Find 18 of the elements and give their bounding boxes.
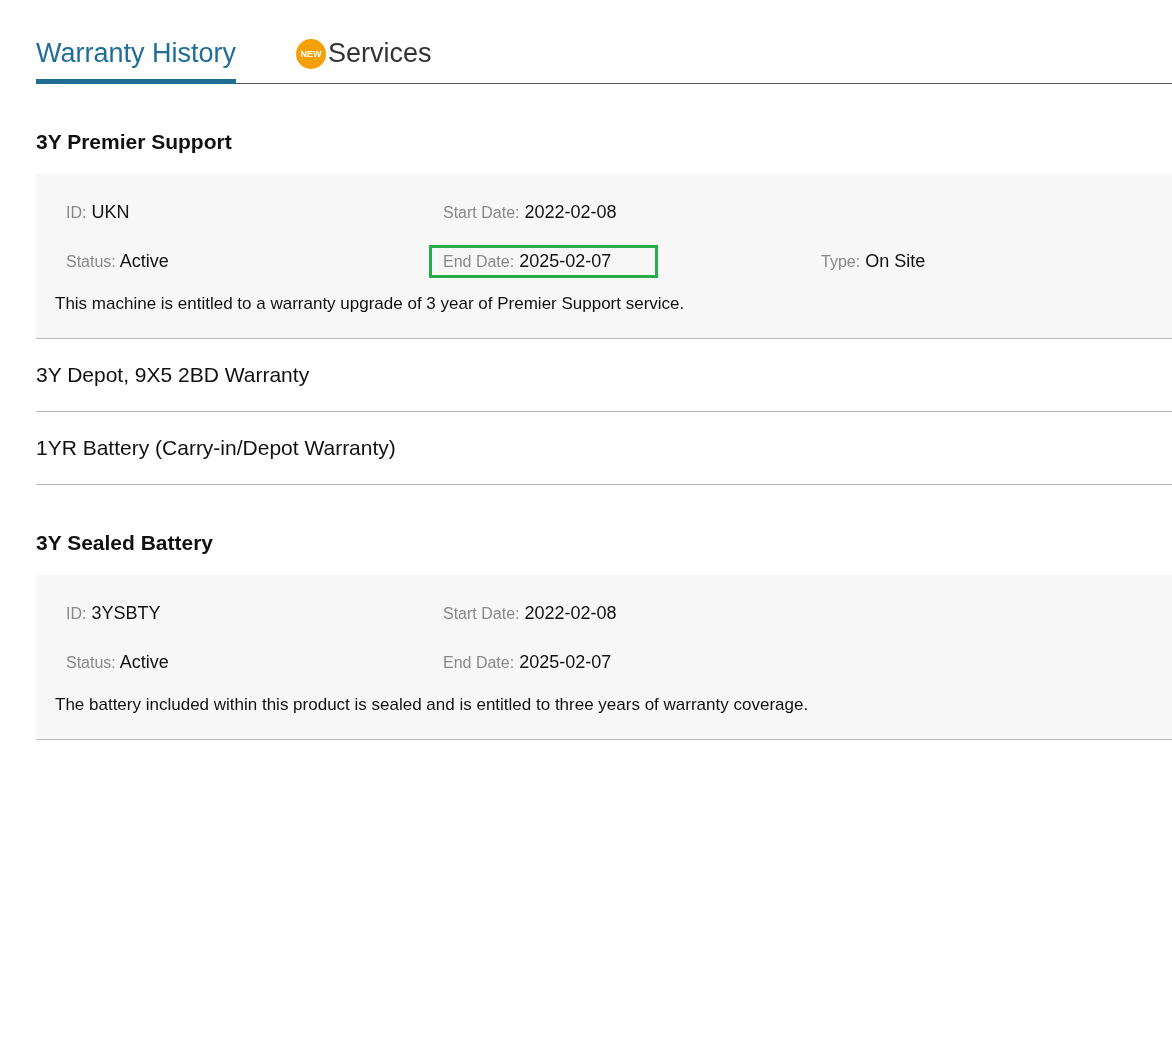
warranty-title[interactable]: 3Y Depot, 9X5 2BD Warranty (36, 339, 1172, 411)
warranty-title[interactable]: 3Y Sealed Battery (36, 485, 1172, 575)
detail-field: ID: 3YSBTY (52, 597, 164, 630)
detail-field: Type: On Site (807, 245, 929, 278)
tab[interactable]: Warranty History (36, 38, 237, 84)
warranty-description: This machine is entitled to a warranty upgrade of 3 year of Premier Support service. (55, 294, 686, 314)
detail-field: Start Date: 2022-02-08 (429, 597, 620, 630)
warranty-description: The battery included within this product is sealed and is entitled to three years of warranty coverage. (55, 695, 810, 715)
detail-field: Status: Active (52, 646, 172, 679)
warranty-title[interactable]: 3Y Premier Support (36, 84, 1172, 174)
detail-field: ID: UKN (52, 196, 133, 229)
detail-field: Start Date: 2022-02-08 (429, 196, 620, 229)
detail-field: Status: Active (52, 245, 172, 278)
warranty-title[interactable]: 1YR Battery (Carry-in/Depot Warranty) (36, 412, 1172, 484)
detail-field: End Date: 2025-02-07 (429, 646, 615, 679)
detail-field: End Date: 2025-02-07 (429, 245, 659, 278)
new-badge: NEW (296, 38, 327, 69)
tab[interactable]: NEW Services (296, 38, 432, 84)
